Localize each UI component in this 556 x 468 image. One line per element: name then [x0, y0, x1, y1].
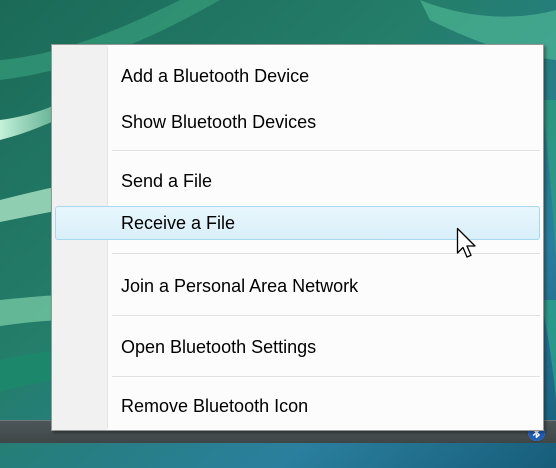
menu-item-label: Show Bluetooth Devices	[121, 112, 317, 132]
menu-item-add-bluetooth-device[interactable]: Add a Bluetooth Device	[55, 59, 540, 93]
menu-item-label: Open Bluetooth Settings	[121, 337, 317, 357]
screen: Add a Bluetooth Device Show Bluetooth De…	[0, 0, 556, 468]
menu-item-join-personal-area-network[interactable]: Join a Personal Area Network	[55, 269, 540, 303]
menu-item-show-bluetooth-devices[interactable]: Show Bluetooth Devices	[55, 105, 540, 139]
menu-item-remove-bluetooth-icon[interactable]: Remove Bluetooth Icon	[55, 389, 540, 423]
menu-item-open-bluetooth-settings[interactable]: Open Bluetooth Settings	[55, 330, 540, 364]
menu-separator	[112, 150, 540, 152]
menu-item-label: Join a Personal Area Network	[121, 276, 359, 296]
menu-item-label: Remove Bluetooth Icon	[121, 396, 309, 416]
menu-separator	[112, 376, 540, 378]
menu-item-send-a-file[interactable]: Send a File	[55, 164, 540, 198]
menu-separator	[112, 315, 540, 317]
menu-item-label: Receive a File	[121, 213, 236, 233]
menu-item-label: Add a Bluetooth Device	[121, 66, 310, 86]
mouse-pointer-icon	[456, 227, 482, 265]
menu-item-label: Send a File	[121, 171, 213, 191]
